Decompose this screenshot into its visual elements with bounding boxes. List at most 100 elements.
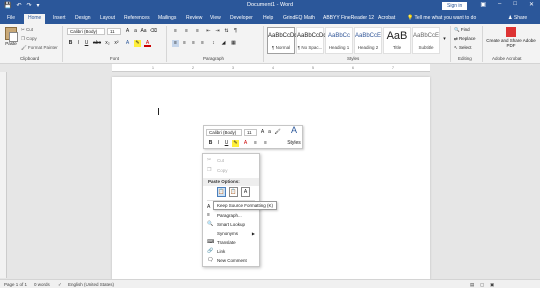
align-center-icon[interactable]: ≡ — [181, 40, 188, 47]
read-mode-icon[interactable]: ▤ — [470, 282, 474, 288]
style-title[interactable]: AaB Title — [383, 27, 411, 54]
replace-button[interactable]: ⇄ Replace — [454, 36, 476, 42]
create-pdf-button[interactable]: Create and Share Adobe PDF — [485, 27, 537, 48]
select-label: Select — [459, 45, 472, 50]
share-button[interactable]: ♟ Share — [508, 15, 527, 21]
mini-numbering-icon[interactable]: ≡ — [262, 140, 269, 147]
mini-highlight-icon[interactable]: ✎ — [232, 140, 239, 147]
tab-abbyy[interactable]: ABBYY FineReader 12 — [323, 14, 374, 24]
justify-icon[interactable]: ≡ — [199, 40, 206, 47]
mini-format-painter-icon[interactable]: 🖌 — [274, 129, 281, 136]
mini-shrink-font-icon[interactable]: a — [266, 129, 273, 136]
show-marks-icon[interactable]: ¶ — [232, 28, 239, 35]
keep-text-only-icon[interactable]: A — [241, 187, 250, 197]
menu-item-new-comment[interactable]: 🗨 New Comment — [203, 256, 259, 265]
vertical-ruler[interactable] — [0, 72, 7, 278]
numbering-icon[interactable]: ≡ — [183, 28, 190, 35]
italic-button[interactable]: I — [75, 40, 82, 47]
word-count[interactable]: 0 words — [34, 282, 50, 287]
shading-icon[interactable]: ◢ — [220, 40, 227, 47]
clear-formatting-icon[interactable]: ⌫ — [150, 28, 157, 35]
tab-developer[interactable]: Developer — [230, 14, 253, 24]
borders-icon[interactable]: ▦ — [230, 40, 237, 47]
superscript-button[interactable]: x² — [113, 40, 120, 47]
menu-item-translate[interactable]: ⌨ Translate — [203, 238, 259, 247]
decrease-indent-icon[interactable]: ⇤ — [205, 28, 212, 35]
tab-review[interactable]: Review — [186, 14, 202, 24]
web-layout-icon[interactable]: ▣ — [490, 282, 494, 288]
style-heading-2[interactable]: AaBbCcE Heading 2 — [354, 27, 382, 54]
shrink-font-icon[interactable]: a — [132, 28, 139, 35]
tell-me-search[interactable]: 💡 Tell me what you want to do — [407, 15, 476, 21]
increase-indent-icon[interactable]: ⇥ — [214, 28, 221, 35]
sign-in-button[interactable]: Sign in — [442, 2, 468, 10]
style-normal[interactable]: AaBbCcDc ¶ Normal — [267, 27, 297, 54]
font-name-combo[interactable]: Calibri (Body) — [67, 28, 105, 35]
multilevel-list-icon[interactable]: ≡ — [194, 28, 201, 35]
menu-item-paragraph[interactable]: ≡ Paragraph... — [203, 211, 259, 220]
menu-item-copy[interactable]: ❐ Copy — [203, 166, 259, 175]
mini-font-combo[interactable]: Calibri (Body) — [206, 129, 242, 136]
minimize-icon[interactable]: – — [498, 1, 501, 8]
mini-bullets-icon[interactable]: ≡ — [252, 140, 259, 147]
close-icon[interactable]: ✕ — [529, 1, 534, 8]
page-count[interactable]: Page 1 of 1 — [4, 282, 27, 287]
proofing-icon[interactable]: ✓ — [58, 282, 62, 288]
mini-italic-icon[interactable]: I — [215, 140, 222, 147]
tab-grindeq-math[interactable]: GrindEQ Math — [283, 14, 315, 24]
tab-insert[interactable]: Insert — [53, 14, 66, 24]
tab-help[interactable]: Help — [263, 14, 273, 24]
keep-source-formatting-icon[interactable]: 📋 — [217, 187, 226, 197]
print-layout-icon[interactable]: ▢ — [480, 282, 484, 288]
paste-button[interactable]: Paste — [3, 27, 19, 54]
tab-references[interactable]: References — [124, 14, 150, 24]
mini-styles-icon[interactable]: A — [288, 126, 300, 138]
tab-design[interactable]: Design — [75, 14, 91, 24]
maximize-icon[interactable]: □ — [513, 1, 517, 8]
copy-button[interactable]: ❐ Copy — [21, 36, 37, 42]
style-heading-1[interactable]: AaBbCc Heading 1 — [325, 27, 353, 54]
text-effects-icon[interactable]: A — [124, 40, 131, 47]
document-page[interactable] — [112, 77, 430, 280]
font-color-button[interactable]: A — [144, 40, 151, 47]
styles-more-icon[interactable]: ▾ — [441, 36, 448, 43]
tab-layout[interactable]: Layout — [100, 14, 115, 24]
select-button[interactable]: ↖ Select — [454, 45, 472, 51]
mini-font-color-icon[interactable]: A — [242, 140, 249, 147]
strikethrough-button[interactable]: abc — [92, 40, 102, 47]
style-no-spacing[interactable]: AaBbCcDc ¶ No Spac... — [296, 27, 326, 54]
subscript-button[interactable]: x₂ — [104, 40, 111, 47]
tab-acrobat[interactable]: Acrobat — [378, 14, 395, 24]
line-spacing-icon[interactable]: ↕ — [210, 40, 217, 47]
align-right-icon[interactable]: ≡ — [190, 40, 197, 47]
cut-button[interactable]: ✂ Cut — [21, 27, 33, 33]
underline-button[interactable]: U — [83, 40, 90, 47]
menu-item-link[interactable]: 🔗 Link — [203, 247, 259, 256]
highlight-color-icon[interactable]: ✎ — [134, 40, 141, 47]
sort-icon[interactable]: ⇅ — [223, 28, 230, 35]
menu-item-synonyms[interactable]: Synonyms ▶ — [203, 229, 259, 238]
tab-mailings[interactable]: Mailings — [158, 14, 176, 24]
mini-size-combo[interactable]: 11 — [244, 129, 257, 136]
tab-view[interactable]: View — [210, 14, 221, 24]
merge-formatting-icon[interactable]: 📋 — [229, 187, 238, 197]
mini-bold-icon[interactable]: B — [207, 140, 214, 147]
change-case-icon[interactable]: Aa — [140, 28, 147, 35]
find-button[interactable]: 🔍 Find — [454, 27, 470, 33]
ribbon-display-icon[interactable]: ▣ — [480, 1, 486, 8]
font-size-combo[interactable]: 11 — [107, 28, 121, 35]
language[interactable]: English (United States) — [68, 282, 114, 287]
grow-font-icon[interactable]: A — [124, 28, 131, 35]
bullets-icon[interactable]: ≡ — [172, 28, 179, 35]
format-painter-button[interactable]: 🖌 Format Painter — [21, 45, 58, 51]
tab-file[interactable]: File — [0, 12, 22, 24]
style-subtitle[interactable]: AaBbCcE Subtitle — [412, 27, 440, 54]
mini-underline-icon[interactable]: U — [223, 140, 230, 147]
menu-item-smart-lookup[interactable]: 🔍 Smart Lookup — [203, 220, 259, 229]
horizontal-ruler[interactable]: 1 2 3 4 5 6 7 — [112, 64, 430, 72]
align-left-icon[interactable]: ≡ — [172, 40, 179, 47]
mini-grow-font-icon[interactable]: A — [259, 129, 266, 136]
menu-item-cut[interactable]: ✂ Cut — [203, 156, 259, 165]
bold-button[interactable]: B — [67, 40, 74, 47]
tab-home[interactable]: Home — [24, 14, 46, 24]
